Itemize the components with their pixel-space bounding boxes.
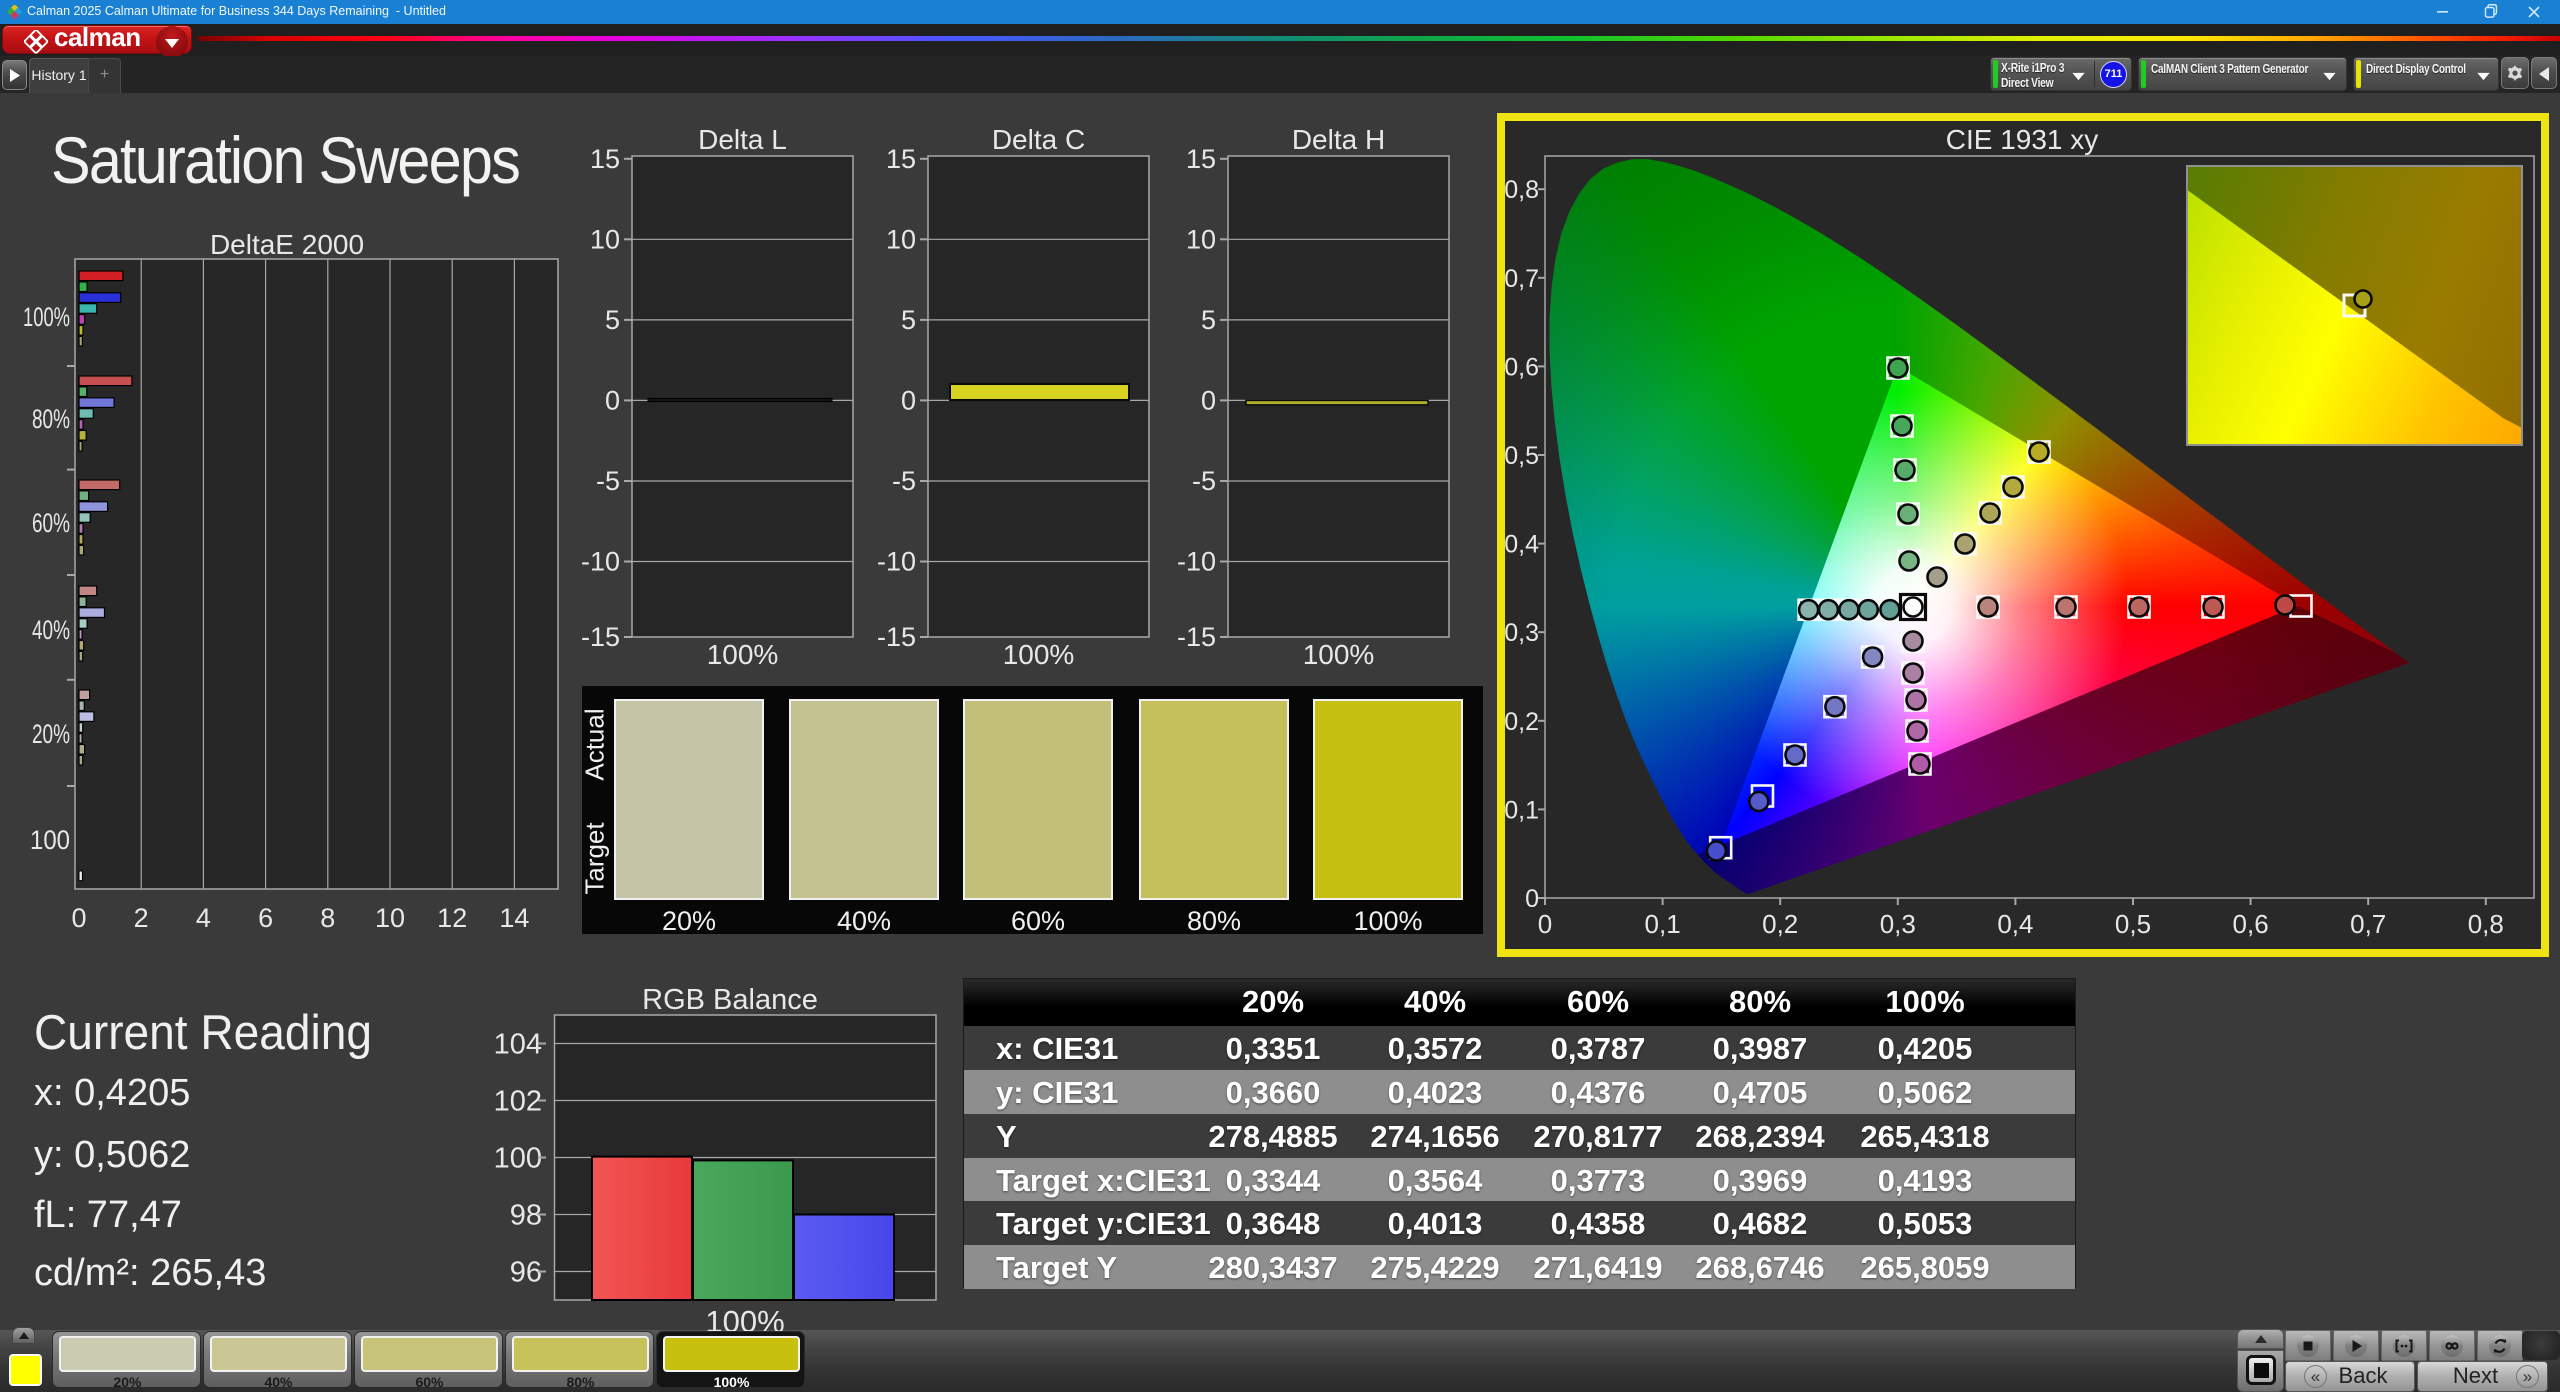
svg-text:0,1: 0,1 bbox=[1645, 909, 1681, 939]
svg-text:100%: 100% bbox=[1003, 639, 1075, 670]
svg-text:0: 0 bbox=[71, 903, 86, 933]
svg-text:2: 2 bbox=[134, 903, 149, 933]
svg-text:0: 0 bbox=[901, 385, 916, 415]
svg-text:10: 10 bbox=[375, 903, 405, 933]
svg-text:-10: -10 bbox=[1177, 547, 1216, 577]
svg-text:0,6: 0,6 bbox=[2233, 909, 2269, 939]
svg-text:0: 0 bbox=[1538, 909, 1552, 939]
svg-text:-10: -10 bbox=[877, 547, 916, 577]
svg-text:8: 8 bbox=[320, 903, 335, 933]
svg-text:102: 102 bbox=[494, 1086, 542, 1118]
svg-text:Delta C: Delta C bbox=[992, 124, 1085, 155]
svg-text:0,2: 0,2 bbox=[1504, 708, 1539, 736]
svg-text:10: 10 bbox=[886, 224, 916, 254]
svg-text:0: 0 bbox=[605, 385, 620, 415]
svg-text:10: 10 bbox=[590, 224, 620, 254]
svg-text:96: 96 bbox=[510, 1257, 542, 1289]
svg-text:-5: -5 bbox=[596, 466, 620, 496]
svg-text:-5: -5 bbox=[892, 466, 916, 496]
svg-text:0,3: 0,3 bbox=[1880, 909, 1916, 939]
svg-text:104: 104 bbox=[494, 1029, 542, 1061]
svg-text:0,4: 0,4 bbox=[1997, 909, 2033, 939]
svg-text:80%: 80% bbox=[32, 404, 70, 434]
svg-text:100: 100 bbox=[30, 825, 70, 855]
svg-text:60%: 60% bbox=[32, 508, 70, 538]
svg-text:5: 5 bbox=[1201, 305, 1216, 335]
svg-text:5: 5 bbox=[901, 305, 916, 335]
svg-text:20%: 20% bbox=[32, 719, 70, 749]
svg-text:0,1: 0,1 bbox=[1504, 796, 1539, 824]
svg-text:98: 98 bbox=[510, 1200, 542, 1232]
svg-text:15: 15 bbox=[886, 144, 916, 174]
svg-text:0,8: 0,8 bbox=[1504, 176, 1539, 204]
svg-text:RGB Balance: RGB Balance bbox=[642, 984, 818, 1016]
svg-text:0,5: 0,5 bbox=[1504, 442, 1539, 470]
svg-text:0: 0 bbox=[1201, 385, 1216, 415]
svg-text:CIE 1931 xy: CIE 1931 xy bbox=[1946, 124, 2099, 155]
svg-text:100%: 100% bbox=[707, 639, 779, 670]
svg-text:0,5: 0,5 bbox=[2115, 909, 2151, 939]
svg-text:-5: -5 bbox=[1192, 466, 1216, 496]
svg-text:14: 14 bbox=[499, 903, 529, 933]
svg-text:DeltaE 2000: DeltaE 2000 bbox=[210, 229, 364, 260]
svg-text:0,3: 0,3 bbox=[1504, 619, 1539, 647]
svg-text:15: 15 bbox=[1186, 144, 1216, 174]
svg-text:0,2: 0,2 bbox=[1762, 909, 1798, 939]
svg-text:Delta L: Delta L bbox=[698, 124, 787, 155]
svg-text:10: 10 bbox=[1186, 224, 1216, 254]
svg-text:0,7: 0,7 bbox=[2350, 909, 2386, 939]
svg-text:4: 4 bbox=[196, 903, 211, 933]
svg-text:12: 12 bbox=[437, 903, 467, 933]
svg-text:0,8: 0,8 bbox=[2468, 909, 2504, 939]
svg-text:5: 5 bbox=[605, 305, 620, 335]
svg-text:100: 100 bbox=[494, 1143, 542, 1175]
svg-text:0,6: 0,6 bbox=[1504, 353, 1539, 381]
svg-text:100%: 100% bbox=[23, 302, 70, 332]
svg-text:-15: -15 bbox=[877, 622, 916, 652]
svg-text:15: 15 bbox=[590, 144, 620, 174]
svg-text:6: 6 bbox=[258, 903, 273, 933]
svg-text:-10: -10 bbox=[581, 547, 620, 577]
svg-text:-15: -15 bbox=[1177, 622, 1216, 652]
svg-text:Delta H: Delta H bbox=[1292, 124, 1385, 155]
svg-text:40%: 40% bbox=[32, 615, 70, 645]
svg-text:0,4: 0,4 bbox=[1504, 531, 1539, 559]
svg-text:-15: -15 bbox=[581, 622, 620, 652]
svg-text:0,7: 0,7 bbox=[1504, 265, 1539, 293]
svg-text:100%: 100% bbox=[1303, 639, 1375, 670]
